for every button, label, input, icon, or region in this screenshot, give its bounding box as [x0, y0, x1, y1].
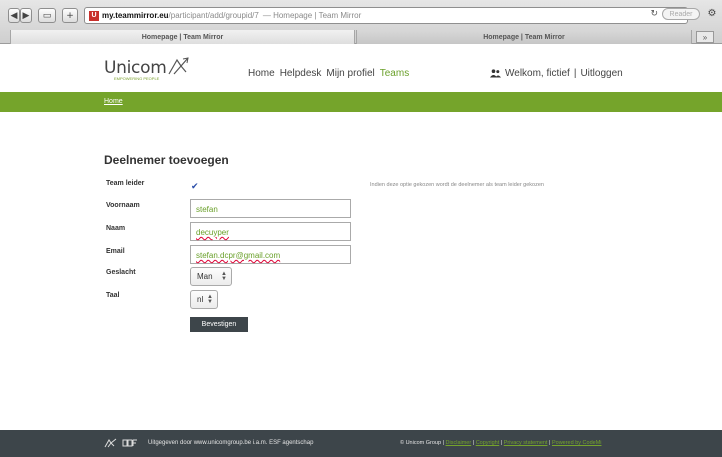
firstname-input[interactable]: stefan — [190, 199, 351, 218]
logout-link[interactable]: Uitloggen — [580, 68, 622, 79]
team-leader-checkbox[interactable]: ✔ — [191, 182, 199, 191]
footer-right: © Unicom Group | Disclaimer | Copyright … — [400, 440, 602, 446]
users-icon — [490, 69, 501, 78]
back-icon[interactable]: ◀ — [8, 8, 20, 23]
main-content: Deelnemer toevoegen Team leider ✔ Indien… — [0, 112, 722, 430]
unicom-logo-mark-icon — [168, 57, 190, 75]
browser-tab-2[interactable]: Homepage | Team Mirror — [356, 30, 692, 44]
language-label: Taal — [106, 292, 120, 299]
footer-logos — [104, 438, 138, 448]
breadcrumb-home-link[interactable]: Home — [104, 98, 123, 105]
email-label: Email — [106, 248, 125, 255]
logo-tagline: EMPOWERING PEOPLE — [114, 76, 160, 81]
submit-button[interactable]: Bevestigen — [190, 317, 248, 332]
footer-link-privacy[interactable]: Privacy statement — [504, 440, 548, 446]
language-select[interactable]: nl ▲ ▼ — [190, 290, 218, 309]
breadcrumb-bar: Home — [0, 92, 722, 112]
user-area: Welkom, fictief | Uitloggen — [490, 68, 623, 79]
nav-mijn-profiel[interactable]: Mijn profiel — [326, 68, 374, 79]
gender-label: Geslacht — [106, 269, 136, 276]
footer-link-copyright[interactable]: Copyright — [476, 440, 500, 446]
email-input[interactable]: stefan.dcpr@gmail.com — [190, 245, 351, 264]
add-tab-icon[interactable]: + — [62, 8, 78, 23]
team-leader-hint: Indien deze optie gekozen wordt de deeln… — [370, 182, 544, 188]
lastname-input[interactable]: decuyper — [190, 222, 351, 241]
esf-logo-icon — [122, 439, 137, 447]
url-page-title: — Homepage | Team Mirror — [262, 11, 362, 20]
nav-teams[interactable]: Teams — [380, 68, 409, 79]
firstname-value: stefan — [196, 205, 218, 214]
team-leader-label: Team leider — [106, 180, 145, 187]
gender-select[interactable]: Man ▲ ▼ — [190, 267, 232, 286]
reload-icon[interactable]: ↻ — [650, 8, 658, 19]
nav-helpdesk[interactable]: Helpdesk — [280, 68, 322, 79]
settings-icon[interactable]: ⚙ — [704, 5, 720, 21]
lastname-value: decuyper — [196, 228, 229, 237]
gender-value: Man — [197, 272, 213, 281]
lastname-label: Naam — [106, 225, 126, 232]
unicom-logo[interactable]: Unicom EMPOWERING PEOPLE — [104, 57, 190, 84]
email-value: stefan.dcpr@gmail.com — [196, 251, 281, 260]
browser-tab-1[interactable]: Homepage | Team Mirror — [10, 30, 355, 44]
site-favicon-icon: U — [89, 10, 99, 21]
unicom-mark-icon — [104, 438, 117, 448]
browser-chrome: ◀ ▶ ▭ + U my.teammirror.eu /participant/… — [0, 0, 722, 44]
url-path: /participant/add/groupid/7 — [168, 11, 259, 20]
user-separator: | — [573, 68, 577, 79]
welcome-text: Welkom, fictief — [505, 68, 570, 79]
address-bar[interactable]: U my.teammirror.eu /participant/add/grou… — [84, 7, 688, 24]
page-title: Deelnemer toevoegen — [104, 153, 229, 167]
site-header: Unicom EMPOWERING PEOPLE Home Helpdesk M… — [0, 44, 722, 92]
browser-toolbar: ◀ ▶ ▭ + U my.teammirror.eu /participant/… — [0, 5, 722, 27]
main-nav: Home Helpdesk Mijn profiel Teams — [248, 68, 409, 79]
url-host: my.teammirror.eu — [102, 11, 169, 20]
select-arrows-icon: ▲ ▼ — [221, 271, 227, 282]
tab-overflow-icon[interactable]: » — [696, 31, 714, 43]
bookmarks-icon[interactable]: ▭ — [38, 8, 56, 23]
reader-button[interactable]: Reader — [662, 8, 700, 20]
forward-icon[interactable]: ▶ — [20, 8, 32, 23]
nav-home[interactable]: Home — [248, 68, 275, 79]
logo-text: Unicom — [104, 58, 167, 78]
select-arrows-icon: ▲ ▼ — [207, 294, 213, 305]
footer: Uitgegeven door www.unicomgroup.be i.a.m… — [0, 430, 722, 457]
firstname-label: Voornaam — [106, 202, 140, 209]
footer-link-powered-by[interactable]: Powered by CodeMi — [552, 440, 602, 446]
footer-published-by: Uitgegeven door www.unicomgroup.be i.a.m… — [148, 440, 314, 446]
browser-tab-strip: Homepage | Team Mirror Homepage | Team M… — [0, 30, 722, 44]
footer-copyright: © Unicom Group | — [400, 440, 444, 446]
language-value: nl — [197, 295, 204, 304]
footer-link-disclaimer[interactable]: Disclaimer — [446, 440, 472, 446]
